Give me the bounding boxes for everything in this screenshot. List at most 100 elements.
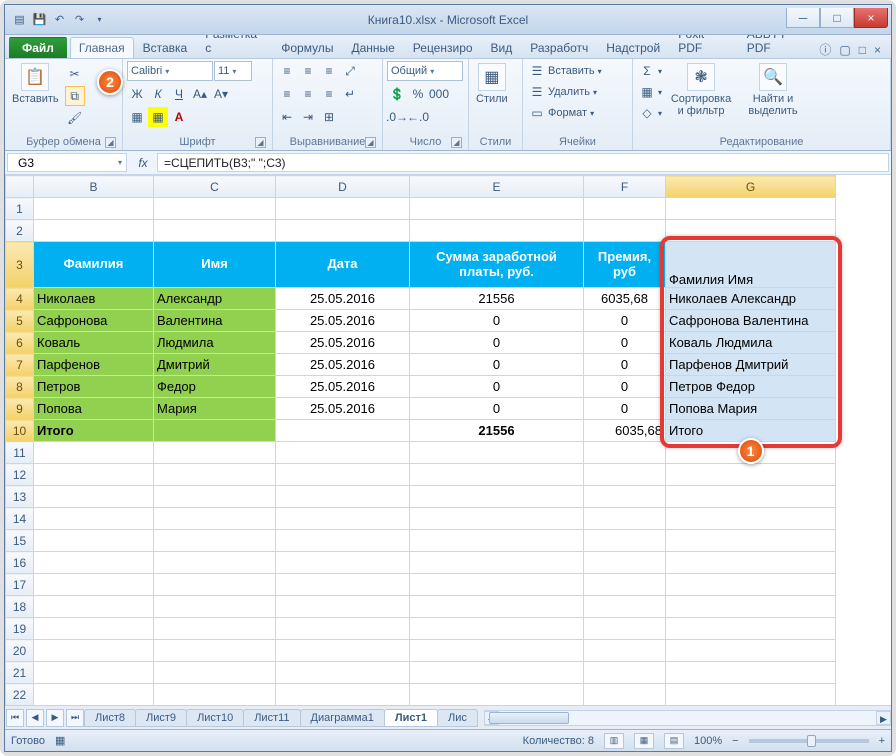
sheet-tab[interactable]: Лис (437, 709, 478, 727)
col-header-B[interactable]: B (34, 176, 154, 198)
cell[interactable]: 25.05.2016 (276, 398, 410, 420)
align-bottom-icon[interactable]: ≡ (319, 61, 339, 81)
row-header[interactable]: 2 (6, 220, 34, 242)
dialog-launcher-icon[interactable]: ◢ (365, 137, 376, 148)
cell[interactable] (34, 198, 154, 220)
cell[interactable] (584, 508, 666, 530)
row-header[interactable]: 1 (6, 198, 34, 220)
cell[interactable] (34, 508, 154, 530)
cell[interactable] (154, 662, 276, 684)
increase-decimal-icon[interactable]: .0→ (387, 107, 407, 127)
sheet-tab[interactable]: Лист1 (384, 709, 438, 727)
font-color-button[interactable]: A (169, 107, 189, 127)
cell[interactable] (584, 198, 666, 220)
align-right-icon[interactable]: ≡ (319, 84, 339, 104)
cell[interactable] (154, 220, 276, 242)
number-format-combo[interactable]: Общий▾ (387, 61, 463, 81)
cell[interactable]: 25.05.2016 (276, 332, 410, 354)
row-header[interactable]: 10 (6, 420, 34, 442)
cell[interactable]: 25.05.2016 (276, 376, 410, 398)
cell[interactable]: 21556 (410, 288, 584, 310)
cell[interactable]: Фамилия Имя (666, 242, 836, 288)
tab-nav-prev[interactable]: ◀ (26, 709, 44, 727)
row-header[interactable]: 19 (6, 618, 34, 640)
cell[interactable]: 0 (410, 398, 584, 420)
cell[interactable] (154, 486, 276, 508)
cell[interactable]: 6035,68 (584, 420, 666, 442)
italic-button[interactable]: К (148, 84, 168, 104)
cell[interactable]: Попова Мария (666, 398, 836, 420)
cell[interactable] (666, 220, 836, 242)
row-header[interactable]: 6 (6, 332, 34, 354)
cell[interactable] (410, 596, 584, 618)
cell[interactable]: 0 (410, 354, 584, 376)
tab-данные[interactable]: Данные (342, 37, 403, 58)
sheet-tab[interactable]: Лист10 (186, 709, 244, 727)
increase-font-icon[interactable]: A▴ (190, 84, 210, 104)
cell[interactable] (34, 486, 154, 508)
align-top-icon[interactable]: ≡ (277, 61, 297, 81)
cell[interactable] (34, 464, 154, 486)
currency-icon[interactable]: 💲 (387, 84, 407, 104)
tab-формулы[interactable]: Формулы (272, 37, 342, 58)
table-header[interactable]: Фамилия (34, 242, 154, 288)
tab-nav-last[interactable]: ⏭ (66, 709, 84, 727)
wrap-text-icon[interactable]: ↵ (340, 84, 360, 104)
table-header[interactable]: Сумма заработной платы, руб. (410, 242, 584, 288)
cell[interactable]: 6035,68 (584, 288, 666, 310)
cell[interactable] (34, 662, 154, 684)
formula-input[interactable]: =СЦЕПИТЬ(B3;" ";C3) (157, 153, 889, 172)
row-header[interactable]: 13 (6, 486, 34, 508)
cell[interactable] (666, 530, 836, 552)
cell[interactable] (34, 442, 154, 464)
cell[interactable] (276, 552, 410, 574)
decrease-indent-icon[interactable]: ⇤ (277, 107, 297, 127)
cell[interactable] (154, 198, 276, 220)
col-header-C[interactable]: C (154, 176, 276, 198)
cell[interactable] (584, 574, 666, 596)
cell[interactable]: Валентина (154, 310, 276, 332)
cell[interactable] (410, 220, 584, 242)
fill-color-button[interactable]: ▦ (148, 107, 168, 127)
cell[interactable]: Сафронова (34, 310, 154, 332)
cell[interactable]: Сафронова Валентина (666, 310, 836, 332)
cell[interactable] (666, 618, 836, 640)
comma-icon[interactable]: 000 (429, 84, 449, 104)
cell[interactable] (666, 552, 836, 574)
cell[interactable] (276, 198, 410, 220)
sheet-tab[interactable]: Лист8 (84, 709, 136, 727)
save-icon[interactable]: 💾 (31, 11, 48, 28)
col-header-F[interactable]: F (584, 176, 666, 198)
tab-вставка[interactable]: Вставка (134, 37, 197, 58)
table-header[interactable]: Имя (154, 242, 276, 288)
cell[interactable] (584, 640, 666, 662)
tab-вид[interactable]: Вид (482, 37, 522, 58)
cell[interactable] (276, 640, 410, 662)
view-pagelayout-icon[interactable]: ▦ (634, 733, 654, 749)
font-name-combo[interactable]: Calibri▾ (127, 61, 213, 81)
cell[interactable]: 25.05.2016 (276, 310, 410, 332)
cell[interactable] (34, 640, 154, 662)
percent-icon[interactable]: % (408, 84, 428, 104)
cell[interactable] (276, 442, 410, 464)
cell[interactable] (584, 530, 666, 552)
cell[interactable]: 0 (410, 376, 584, 398)
borders-button[interactable]: ▦ (127, 107, 147, 127)
close-workbook-icon[interactable]: × (874, 43, 881, 57)
merge-icon[interactable]: ⊞ (319, 107, 339, 127)
font-size-combo[interactable]: 11▾ (214, 61, 252, 81)
cell[interactable] (410, 618, 584, 640)
cell[interactable] (584, 442, 666, 464)
horizontal-scrollbar[interactable]: ◀▶ (484, 710, 891, 726)
cell[interactable] (276, 464, 410, 486)
cell[interactable]: 21556 (410, 420, 584, 442)
zoom-out-icon[interactable]: − (732, 735, 738, 747)
cell[interactable] (666, 508, 836, 530)
row-header[interactable]: 3 (6, 242, 34, 288)
cell[interactable] (410, 486, 584, 508)
dialog-launcher-icon[interactable]: ◢ (105, 137, 116, 148)
cell[interactable] (276, 662, 410, 684)
insert-cells-icon[interactable]: ☰ (527, 61, 547, 81)
tab-разработч[interactable]: Разработч (521, 37, 597, 58)
decrease-decimal-icon[interactable]: ←.0 (408, 107, 428, 127)
